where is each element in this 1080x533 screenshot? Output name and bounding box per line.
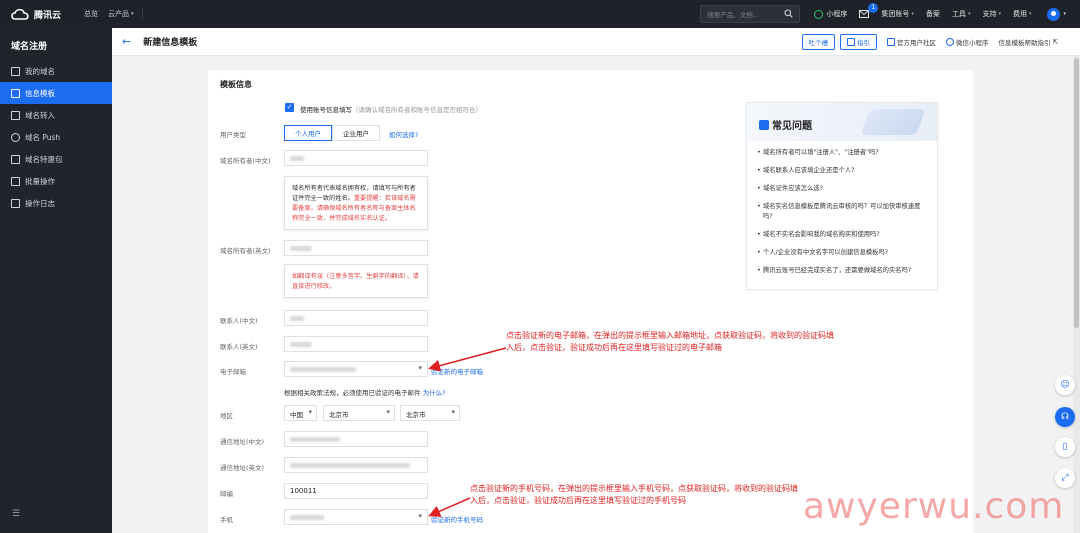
- email-arrow: [428, 347, 507, 372]
- annotation-arrows: [428, 347, 507, 517]
- expand-icon[interactable]: ⤢: [1055, 468, 1075, 488]
- watermark: awyerwu.com: [803, 486, 1065, 527]
- phone-arrow: [428, 497, 471, 517]
- book-icon[interactable]: ▯: [1055, 437, 1075, 457]
- headset-support-icon[interactable]: ☊: [1055, 407, 1075, 427]
- smile-feedback-icon[interactable]: ☺: [1055, 375, 1075, 395]
